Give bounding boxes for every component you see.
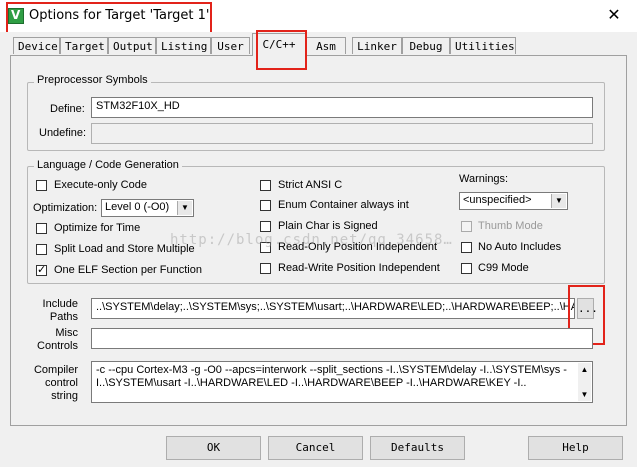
tab-debug[interactable]: Debug	[402, 37, 450, 54]
warnings-select[interactable]: <unspecified> ▼	[459, 192, 568, 210]
tab-output[interactable]: Output	[108, 37, 156, 54]
one-elf-label: One ELF Section per Function	[54, 264, 202, 276]
misc-label-line1: Misc	[55, 327, 78, 339]
plain-char-label: Plain Char is Signed	[278, 220, 378, 232]
c99-mode-checkbox[interactable]	[461, 263, 472, 274]
misc-controls-input[interactable]	[91, 328, 593, 349]
tab-device[interactable]: Device	[13, 37, 60, 54]
misc-label-line2: Controls	[37, 340, 78, 352]
execute-only-checkbox[interactable]	[36, 180, 47, 191]
undefine-input[interactable]	[91, 123, 593, 144]
optimize-time-checkbox[interactable]	[36, 223, 47, 234]
define-input[interactable]: STM32F10X_HD	[91, 97, 593, 118]
language-group-title: Language / Code Generation	[34, 159, 182, 171]
include-label-line2: Paths	[49, 311, 78, 323]
execute-only-label: Execute-only Code	[54, 179, 147, 191]
close-icon[interactable]: ✕	[604, 5, 624, 25]
preprocessor-group-title: Preprocessor Symbols	[34, 74, 151, 86]
ok-button[interactable]: OK	[166, 436, 261, 460]
one-elf-checkbox[interactable]	[36, 263, 47, 276]
scroll-up-icon[interactable]: ▲	[578, 363, 591, 376]
title-highlight	[6, 2, 212, 34]
include-label: Include Paths	[28, 298, 78, 324]
plain-char-checkbox[interactable]	[260, 221, 271, 232]
enum-container-checkbox[interactable]	[260, 200, 271, 211]
c99-mode-label: C99 Mode	[478, 262, 529, 274]
warnings-label: Warnings:	[459, 173, 509, 185]
tab-linker[interactable]: Linker	[352, 37, 402, 54]
defaults-button[interactable]: Defaults	[370, 436, 465, 460]
no-auto-includes-checkbox[interactable]	[461, 242, 472, 253]
compiler-control-string: -c --cpu Cortex-M3 -g -O0 --apcs=interwo…	[91, 361, 593, 403]
thumb-mode-checkbox[interactable]	[461, 221, 472, 232]
compiler-label: Compiler control string	[28, 364, 78, 403]
optimization-label: Optimization:	[33, 202, 98, 214]
optimize-time-label: Optimize for Time	[54, 222, 141, 234]
tab-asm[interactable]: Asm	[306, 37, 346, 54]
tab-target[interactable]: Target	[60, 37, 108, 54]
optimization-select[interactable]: Level 0 (-O0) ▼	[101, 199, 194, 217]
chevron-down-icon: ▼	[177, 201, 192, 215]
rw-pi-label: Read-Write Position Independent	[278, 262, 440, 274]
no-auto-includes-label: No Auto Includes	[478, 241, 562, 253]
compiler-control-text: -c --cpu Cortex-M3 -g -O0 --apcs=interwo…	[96, 364, 567, 389]
chevron-down-icon: ▼	[551, 194, 566, 208]
watermark: http://blog.csdn.net/qq_34658…	[170, 232, 453, 248]
cancel-button[interactable]: Cancel	[268, 436, 363, 460]
enum-container-label: Enum Container always int	[278, 199, 409, 211]
compiler-scrollbar[interactable]: ▲ ▼	[578, 363, 591, 401]
misc-label: Misc Controls	[28, 327, 78, 353]
compiler-label-line3: string	[51, 390, 78, 402]
tab-highlight	[256, 30, 307, 70]
compiler-label-line2: control	[44, 377, 78, 389]
undefine-label: Undefine:	[39, 127, 87, 139]
optimization-value: Level 0 (-O0)	[105, 201, 170, 213]
rw-pi-checkbox[interactable]	[260, 263, 271, 274]
strict-ansi-checkbox[interactable]	[260, 180, 271, 191]
thumb-mode-label: Thumb Mode	[478, 220, 543, 232]
strict-ansi-label: Strict ANSI C	[278, 179, 343, 191]
tab-listing[interactable]: Listing	[156, 37, 211, 54]
scroll-down-icon[interactable]: ▼	[578, 388, 591, 401]
warnings-value: <unspecified>	[463, 194, 532, 206]
include-paths-input[interactable]: ..\SYSTEM\delay;..\SYSTEM\sys;..\SYSTEM\…	[91, 298, 575, 319]
include-label-line1: Include	[42, 298, 78, 310]
help-button[interactable]: Help	[528, 436, 623, 460]
split-load-checkbox[interactable]	[36, 244, 47, 255]
compiler-label-line1: Compiler	[33, 364, 78, 376]
define-label: Define:	[50, 103, 85, 115]
tab-utilities[interactable]: Utilities	[450, 37, 516, 54]
tab-user[interactable]: User	[211, 37, 250, 54]
